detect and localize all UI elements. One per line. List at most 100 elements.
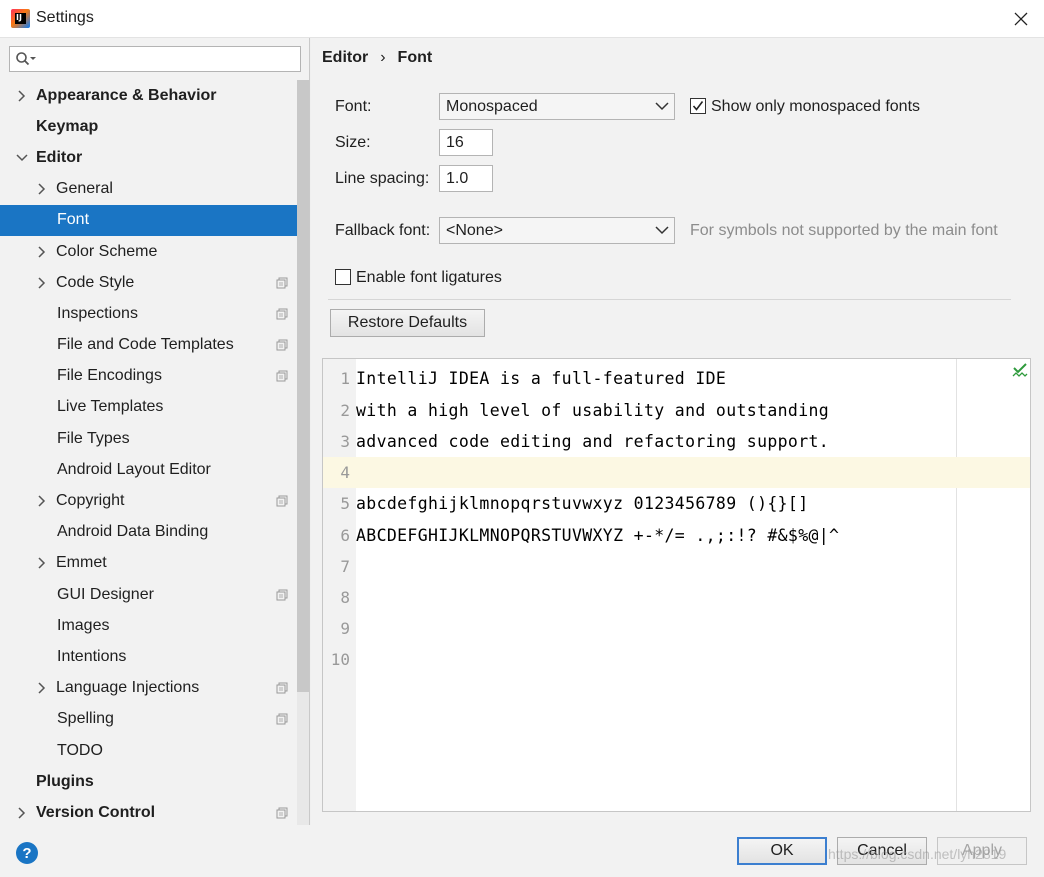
dialog-button-bar: ? OK Cancel Apply https://blog.csdn.net/… [0,825,1044,877]
sidebar-item-color-scheme[interactable]: Color Scheme [0,236,297,267]
chevron-right-icon[interactable] [36,557,48,569]
watermark: https://blog.csdn.net/lyh2819 [828,846,1007,862]
sidebar-item-plugins[interactable]: Plugins [0,766,297,797]
sidebar-item-version-control[interactable]: Version Control [0,797,297,828]
line-number: 2 [340,400,350,420]
ok-button[interactable]: OK [737,837,827,865]
fallback-font-hint: For symbols not supported by the main fo… [690,222,998,239]
sidebar-item-label: Appearance & Behavior [36,86,217,104]
chevron-right-icon[interactable] [36,682,48,694]
sidebar-item-general[interactable]: General [0,174,297,205]
project-scope-icon [276,339,288,351]
sidebar-item-android-layout-editor[interactable]: Android Layout Editor [0,454,297,485]
sidebar-item-label: Color Scheme [56,242,158,260]
sidebar-item-file-and-code-templates[interactable]: File and Code Templates [0,330,297,361]
font-ligatures-label[interactable]: Enable font ligatures [356,269,502,287]
sidebar-item-label: Inspections [57,304,138,322]
close-button[interactable] [998,0,1044,38]
show-monospaced-checkbox[interactable] [690,98,706,114]
line-spacing-input[interactable]: 1.0 [439,165,493,192]
sidebar-item-label: Images [57,616,110,634]
line-number: 4 [340,463,350,482]
intellij-idea-icon: IJ [11,9,30,28]
chevron-right-icon[interactable] [36,277,48,289]
sidebar-item-label: Keymap [36,117,99,135]
sidebar-item-todo[interactable]: TODO [0,735,297,766]
project-scope-icon [276,682,288,694]
show-monospaced-label[interactable]: Show only monospaced fonts [711,98,920,116]
chevron-right-icon[interactable] [16,807,28,819]
chevron-right-icon[interactable] [36,495,48,507]
code-line[interactable]: 5 abcdefghijklmnopqrstuvwxyz 0123456789 (… [323,488,1030,519]
code-line[interactable]: 10 [323,644,1030,675]
sidebar-item-label: File Encodings [57,367,162,385]
sidebar-item-label: Intentions [57,647,127,665]
line-number: 3 [340,431,350,451]
sidebar-item-label: Language Injections [56,679,200,697]
sidebar-item-label: General [56,180,113,198]
sidebar-item-emmet[interactable]: Emmet [0,548,297,579]
sidebar-item-intentions[interactable]: Intentions [0,641,297,672]
sidebar-item-font[interactable]: Font [0,204,297,236]
font-ligatures-checkbox[interactable] [335,269,351,285]
sidebar-item-spelling[interactable]: Spelling [0,704,297,735]
sidebar-item-inspections[interactable]: Inspections [0,298,297,329]
code-line[interactable]: 3 advanced code editing and refactoring s… [323,426,1030,457]
sidebar-item-keymap[interactable]: Keymap [0,111,297,142]
code-line-text: ABCDEFGHIJKLMNOPQRSTUVWXYZ +-*/= .,;:!? … [356,525,840,545]
sidebar-item-appearance-behavior[interactable]: Appearance & Behavior [0,80,297,111]
checkmark-icon [692,101,704,111]
help-icon[interactable]: ? [16,842,38,864]
code-line[interactable]: 6 ABCDEFGHIJKLMNOPQRSTUVWXYZ +-*/= .,;:!?… [323,520,1030,551]
line-spacing-label: Line spacing: [335,170,430,187]
close-icon [1014,12,1028,26]
sidebar-item-file-types[interactable]: File Types [0,423,297,454]
restore-defaults-button[interactable]: Restore Defaults [330,309,485,337]
project-scope-icon [276,495,288,507]
sidebar-item-editor[interactable]: Editor [0,142,297,173]
sidebar-scrollbar[interactable] [297,80,309,825]
sidebar-item-label: Plugins [36,772,94,790]
fallback-font-select[interactable]: <None> [439,217,675,244]
code-line-text: abcdefghijklmnopqrstuvwxyz 0123456789 ()… [356,493,809,513]
code-line[interactable]: 7 [323,551,1030,582]
sidebar-item-android-data-binding[interactable]: Android Data Binding [0,517,297,548]
font-select[interactable]: Monospaced [439,93,675,120]
sidebar-item-file-encodings[interactable]: File Encodings [0,361,297,392]
code-line[interactable]: 1 IntelliJ IDEA is a full-featured IDE [323,363,1030,394]
font-preview-editor[interactable]: 1 IntelliJ IDEA is a full-featured IDE 2 wi… [322,358,1031,812]
sidebar-item-live-templates[interactable]: Live Templates [0,392,297,423]
chevron-right-icon[interactable] [16,90,28,102]
code-line[interactable]: 4 [323,457,1030,488]
line-number: 8 [340,587,350,607]
sidebar-item-language-injections[interactable]: Language Injections [0,673,297,704]
chevron-right-icon[interactable] [36,183,48,195]
breadcrumb-current: Font [397,49,433,66]
sidebar-item-label: Font [57,211,90,229]
chevron-right-icon[interactable] [36,246,48,258]
chevron-down-icon [655,102,669,111]
size-input[interactable]: 16 [439,129,493,156]
sidebar-item-copyright[interactable]: Copyright [0,485,297,516]
window-title: Settings [36,9,94,26]
sidebar-item-label: File Types [57,429,130,447]
sidebar-item-gui-designer[interactable]: GUI Designer [0,579,297,610]
line-number: 10 [330,650,350,669]
chevron-down-icon[interactable] [16,152,28,164]
search-input[interactable] [9,46,301,72]
line-number: 7 [340,556,350,576]
sidebar-scrollbar-thumb[interactable] [297,80,309,692]
breadcrumb-parent[interactable]: Editor [322,49,368,67]
sidebar-item-label: Version Control [36,803,156,821]
sidebar-item-label: GUI Designer [57,585,154,603]
settings-tree: Appearance & Behavior Keymap Editor General… [0,80,297,829]
code-line[interactable]: 8 [323,582,1030,613]
sidebar-item-code-style[interactable]: Code Style [0,267,297,298]
sidebar-item-label: Copyright [56,492,125,510]
sidebar-item-images[interactable]: Images [0,610,297,641]
code-line[interactable]: 9 [323,613,1030,644]
code-line[interactable]: 2 with a high level of usability and outs… [323,395,1030,426]
line-number: 1 [340,369,350,388]
sidebar-item-label: Editor [36,148,83,166]
line-number: 9 [340,618,350,638]
